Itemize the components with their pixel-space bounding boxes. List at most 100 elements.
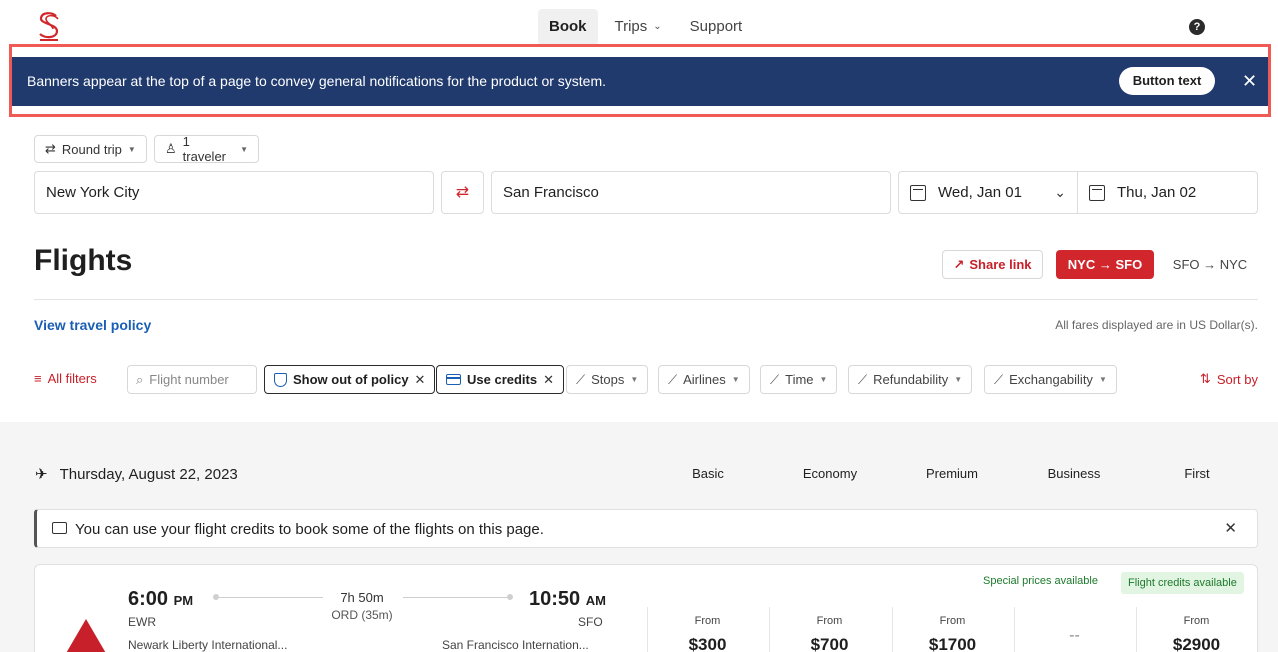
swap-icon: ⇄: [455, 184, 470, 201]
refundability-filter[interactable]: ⟋ Refundability ▼: [848, 365, 973, 394]
person-icon: ♙: [165, 141, 177, 156]
results-section: ✈ Thursday, August 22, 2023 Basic Econom…: [0, 422, 1278, 652]
airlines-label: Airlines: [683, 372, 726, 387]
price-from-label: From: [939, 615, 966, 627]
main-nav: Book Trips ⌄ Support: [538, 9, 753, 45]
close-icon[interactable]: ✕: [415, 372, 426, 388]
share-link-label: Share link: [969, 257, 1032, 272]
airlines-filter[interactable]: ⟋ Airlines ▼: [658, 365, 750, 394]
cabin-header-premium: Premium: [925, 466, 978, 481]
arrival-ampm: AM: [585, 593, 606, 608]
swap-locations-button[interactable]: ⇄: [441, 171, 484, 214]
all-filters-button[interactable]: ≡ All filters: [34, 371, 97, 386]
use-credits-chip[interactable]: Use credits ✕: [436, 365, 564, 394]
departure-code: EWR: [128, 615, 156, 629]
exchangability-label: Exchangability: [1009, 372, 1093, 387]
flight-result-card[interactable]: 6:00 PM 7h 50m ORD (35m) 10:50 AM EWR SF…: [34, 564, 1258, 652]
arrival-time-value: 10:50: [529, 588, 581, 610]
flight-number-placeholder: Flight number: [149, 372, 229, 387]
cabin-header-first: First: [1184, 466, 1210, 481]
travelers-dropdown[interactable]: ♙ 1 traveler ▼: [154, 134, 259, 164]
nav-book[interactable]: Book: [538, 9, 598, 45]
price-first[interactable]: From $2900: [1136, 607, 1256, 652]
time-filter[interactable]: ⟋ Time ▼: [760, 365, 838, 394]
origin-field[interactable]: New York City: [34, 171, 434, 214]
price-value: $1700: [928, 635, 977, 652]
nav-support[interactable]: Support: [679, 9, 754, 45]
nav-trips-label: Trips: [614, 18, 648, 35]
caret-down-icon: ▼: [1098, 375, 1107, 384]
stops-filter[interactable]: ⟋ Stops ▼: [566, 365, 649, 394]
travel-policy-link[interactable]: View travel policy: [34, 317, 151, 333]
brand-logo-icon[interactable]: [36, 10, 62, 42]
caret-down-icon: ▼: [954, 375, 963, 384]
airline-logo-icon: [65, 619, 107, 652]
return-date-field[interactable]: Thu, Jan 02: [1077, 171, 1258, 214]
flight-credits-tag: Flight credits available: [1121, 572, 1244, 594]
chevron-down-icon[interactable]: ⌄: [1054, 184, 1066, 201]
ticket-icon: [52, 522, 67, 534]
banner-action-button[interactable]: Button text: [1119, 67, 1215, 95]
credit-notice-text: You can use your flight credits to book …: [75, 521, 544, 538]
nav-trips[interactable]: Trips ⌄: [604, 9, 673, 45]
share-icon: ↗: [953, 256, 965, 272]
arrival-airport: San Francisco Internation...: [442, 638, 589, 652]
trip-type-label: Round trip: [61, 141, 122, 157]
results-date-header: ✈ Thursday, August 22, 2023: [35, 465, 238, 484]
price-from-label: From: [816, 615, 843, 627]
destination-field[interactable]: San Francisco: [491, 171, 891, 214]
cabin-header-business: Business: [1047, 466, 1101, 481]
filters-bar: ≡ All filters ⌕ Flight number Show out o…: [34, 365, 1258, 394]
price-basic[interactable]: From $300: [647, 607, 767, 652]
credit-card-icon: [446, 374, 461, 385]
origin-value: New York City: [46, 184, 140, 201]
price-economy[interactable]: From $700: [769, 607, 889, 652]
route-tab-outbound[interactable]: NYC → SFO: [1056, 250, 1154, 279]
stops-label: Stops: [591, 372, 625, 387]
route-line: [403, 597, 507, 598]
close-icon[interactable]: ✕: [1224, 519, 1237, 537]
depart-date-field[interactable]: Wed, Jan 01 ⌄: [898, 171, 1078, 214]
cabin-header-basic: Basic: [692, 466, 724, 481]
price-value: $2900: [1172, 635, 1221, 652]
help-icon[interactable]: ?: [1189, 19, 1205, 35]
caret-down-icon: ▼: [731, 375, 740, 384]
nav-book-label: Book: [549, 18, 587, 35]
refundability-label: Refundability: [873, 372, 949, 387]
nav-support-label: Support: [689, 18, 743, 35]
leaf-icon: ⟋: [858, 371, 868, 387]
special-prices-tag: Special prices available: [983, 575, 1098, 587]
route-tab-return[interactable]: SFO → NYC: [1163, 250, 1257, 279]
travelers-label: 1 traveler: [182, 134, 227, 164]
destination-value: San Francisco: [503, 184, 599, 201]
sort-by-button[interactable]: ⇅ Sort by: [1200, 371, 1258, 387]
route-line: [219, 597, 323, 598]
price-from-label: From: [694, 615, 721, 627]
search-icon: ⌕: [136, 371, 144, 387]
show-out-of-policy-chip[interactable]: Show out of policy ✕: [264, 365, 436, 394]
depart-date-value: Wed, Jan 01: [938, 184, 1022, 201]
exchangability-filter[interactable]: ⟋ Exchangability ▼: [984, 365, 1117, 394]
swap-arrows-icon: ⇄: [45, 141, 56, 156]
caret-down-icon: ▼: [819, 375, 828, 384]
price-premium[interactable]: From $1700: [892, 607, 1012, 652]
close-icon[interactable]: ✕: [1242, 70, 1257, 92]
filter-icon: ≡: [34, 371, 42, 386]
close-icon[interactable]: ✕: [543, 372, 554, 388]
all-filters-label: All filters: [47, 371, 97, 386]
arrival-code: SFO: [578, 615, 603, 629]
cabin-header-economy: Economy: [802, 466, 858, 481]
page-title: Flights: [34, 244, 133, 277]
chevron-down-icon: ⌄: [653, 21, 662, 32]
flight-duration: 7h 50m: [340, 590, 384, 605]
caret-down-icon: ▼: [127, 144, 136, 154]
caret-down-icon: ▼: [630, 375, 639, 384]
return-date-value: Thu, Jan 02: [1117, 184, 1197, 201]
flight-number-input[interactable]: ⌕ Flight number: [127, 365, 257, 394]
price-business: --: [1014, 607, 1134, 652]
sort-icon: ⇅: [1199, 371, 1211, 386]
time-label: Time: [785, 372, 814, 387]
trip-type-dropdown[interactable]: ⇄ Round trip ▼: [34, 135, 147, 163]
departure-airport: Newark Liberty International...: [128, 638, 288, 652]
share-link-button[interactable]: ↗ Share link: [942, 250, 1043, 279]
